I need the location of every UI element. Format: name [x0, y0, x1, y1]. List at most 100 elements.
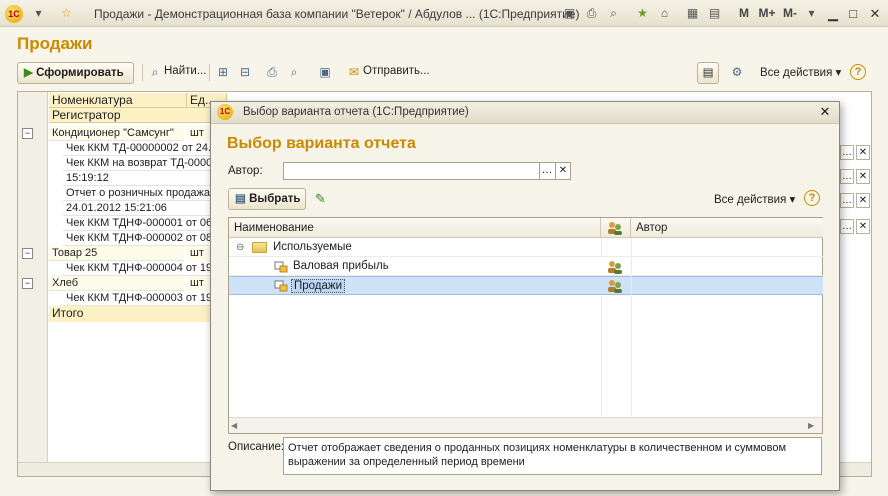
maximize-button[interactable]: □: [844, 5, 862, 22]
variants-table[interactable]: Наименование Автор ⊖ Используемые Валова…: [228, 217, 823, 434]
select-variant-label: Выбрать: [249, 193, 301, 205]
report-row-text[interactable]: Чек ККМ ТДНФ-000004 от 19: [63, 261, 227, 276]
title-bar: 1С ▾ ☆ Продажи - Демонстрационная база к…: [0, 0, 888, 27]
calendar-icon[interactable]: ▤: [706, 5, 723, 22]
find-button[interactable]: Найти...: [164, 65, 206, 77]
report-row-text[interactable]: Чек ККМ ТДНФ-000003 от 19: [63, 291, 227, 306]
report-variant-icon: [274, 280, 288, 292]
select-button[interactable]: …: [840, 169, 854, 184]
generate-button-label: Сформировать: [36, 67, 124, 79]
report-row-text[interactable]: 15:19:12: [63, 171, 227, 186]
collapse-group-icon[interactable]: −: [22, 128, 33, 139]
memory-mplus-button[interactable]: M+: [756, 5, 778, 22]
memory-mminus-button[interactable]: M-: [780, 5, 800, 22]
dialog-all-actions-label: Все действия: [714, 194, 787, 206]
1c-logo-icon: 1С: [217, 104, 233, 120]
window-title: Продажи - Демонстрационная база компании…: [94, 7, 580, 21]
group-name: Используемые: [273, 241, 352, 253]
report-row-text[interactable]: Чек ККМ ТДНФ-000002 от 08: [63, 231, 227, 246]
1c-logo-icon[interactable]: 1С: [5, 5, 23, 23]
star-icon[interactable]: ☆: [58, 5, 75, 22]
all-actions-label: Все действия: [760, 67, 833, 79]
variant-row-selected[interactable]: Продажи: [229, 276, 823, 295]
users-icon: [608, 280, 622, 293]
variant-name: Продажи: [291, 279, 346, 293]
group-row[interactable]: ⊖ Используемые: [229, 238, 823, 257]
clear-icon[interactable]: ✕: [856, 219, 870, 234]
report-row-text[interactable]: Отчет о розничных продажа: [63, 186, 227, 201]
help-button[interactable]: ?: [850, 64, 866, 80]
save-icon[interactable]: ▣: [561, 5, 578, 22]
memory-m-button[interactable]: M: [737, 5, 751, 22]
dialog-help-button[interactable]: ?: [804, 190, 820, 206]
preview-icon[interactable]: ⌕: [605, 5, 622, 22]
author-field[interactable]: … ✕: [283, 162, 571, 180]
author-field-value: [284, 163, 287, 175]
dialog-all-actions-menu[interactable]: Все действия ▾: [714, 192, 795, 206]
column-divider: [601, 238, 602, 257]
variant-row[interactable]: Валовая прибыль: [229, 257, 823, 276]
print-icon[interactable]: ⎙: [583, 5, 600, 22]
print-icon[interactable]: ⎙: [264, 64, 280, 80]
close-button[interactable]: ✕: [866, 5, 884, 22]
clear-icon[interactable]: ✕: [856, 193, 870, 208]
column-header-users[interactable]: [601, 218, 631, 238]
dialog-title-bar: 1С Выбор варианта отчета (1С:Предприятие…: [211, 102, 839, 124]
search-icon[interactable]: ⌕: [147, 64, 163, 80]
collapse-groups-icon[interactable]: ⊟: [237, 64, 253, 80]
report-row-text[interactable]: 24.01.2012 15:21:06: [63, 201, 227, 216]
folder-icon: [252, 242, 267, 253]
report-row-text[interactable]: Чек ККМ ТД-00000002 от 24.: [63, 141, 227, 156]
play-icon: ▶: [24, 67, 33, 79]
calculator-icon[interactable]: ▦: [684, 5, 701, 22]
all-actions-menu[interactable]: Все действия ▾: [760, 65, 841, 79]
dialog-close-button[interactable]: ✕: [817, 104, 833, 120]
expand-groups-icon[interactable]: ⊞: [215, 64, 231, 80]
save-icon[interactable]: ▣: [317, 64, 333, 80]
scroll-left-icon[interactable]: ◀: [231, 420, 243, 432]
variant-selection-dialog: 1С Выбор варианта отчета (1С:Предприятие…: [210, 101, 840, 491]
preview-icon[interactable]: ⌕: [286, 64, 302, 80]
send-button[interactable]: Отправить...: [363, 65, 430, 77]
select-variant-button[interactable]: ▤ Выбрать: [228, 188, 306, 210]
report-variant-icon: [274, 261, 288, 273]
chevron-down-icon[interactable]: ▾: [803, 5, 820, 22]
select-button[interactable]: …: [539, 163, 554, 179]
report-row-text[interactable]: Кондиционер "Самсунг": [49, 126, 184, 141]
report-row-text[interactable]: Чек ККМ ТДНФ-000001 от 06: [63, 216, 227, 231]
report-settings-icon[interactable]: ⚙: [729, 64, 745, 80]
column-header-author[interactable]: Автор: [631, 218, 823, 238]
mail-icon[interactable]: ✉: [346, 64, 362, 80]
scroll-right-icon[interactable]: ▶: [808, 420, 820, 432]
description-label: Описание:: [228, 441, 285, 453]
report-row-text[interactable]: Товар 25: [49, 246, 184, 261]
description-text: Отчет отображает сведения о проданных по…: [283, 437, 822, 475]
collapse-group-icon[interactable]: −: [22, 278, 33, 289]
select-button[interactable]: …: [840, 219, 854, 234]
edit-pencil-icon[interactable]: ✎: [315, 191, 326, 207]
settings-panel-button[interactable]: ▤: [697, 62, 719, 84]
users-icon: [608, 261, 622, 274]
collapse-group-icon[interactable]: −: [22, 248, 33, 259]
dropdown-menu-icon[interactable]: ▾: [30, 5, 47, 22]
clear-icon[interactable]: ✕: [856, 145, 870, 160]
report-row-text[interactable]: Хлеб: [49, 276, 184, 291]
total-row: Итого: [49, 306, 227, 322]
column-header-nomenclature: Номенклатура: [49, 93, 187, 108]
users-icon: [608, 222, 622, 235]
collapse-icon[interactable]: ⊖: [236, 242, 244, 253]
panel-icon: ▤: [702, 67, 714, 79]
select-button[interactable]: …: [840, 145, 854, 160]
column-header-name[interactable]: Наименование: [229, 218, 601, 238]
clear-icon[interactable]: ✕: [555, 163, 570, 179]
generate-button[interactable]: ▶ Сформировать: [17, 62, 134, 84]
report-row-text[interactable]: Чек ККМ на возврат ТД-0000: [63, 156, 227, 171]
minimize-button[interactable]: ▁: [824, 5, 842, 22]
clear-icon[interactable]: ✕: [856, 169, 870, 184]
select-icon: ▤: [235, 193, 246, 205]
dialog-window-title: Выбор варианта отчета (1С:Предприятие): [243, 106, 469, 118]
link-icon[interactable]: ⌂: [656, 5, 673, 22]
favorites-add-icon[interactable]: ★: [634, 5, 651, 22]
dialog-horizontal-scrollbar[interactable]: ◀ ▶: [229, 417, 822, 433]
select-button[interactable]: …: [840, 193, 854, 208]
